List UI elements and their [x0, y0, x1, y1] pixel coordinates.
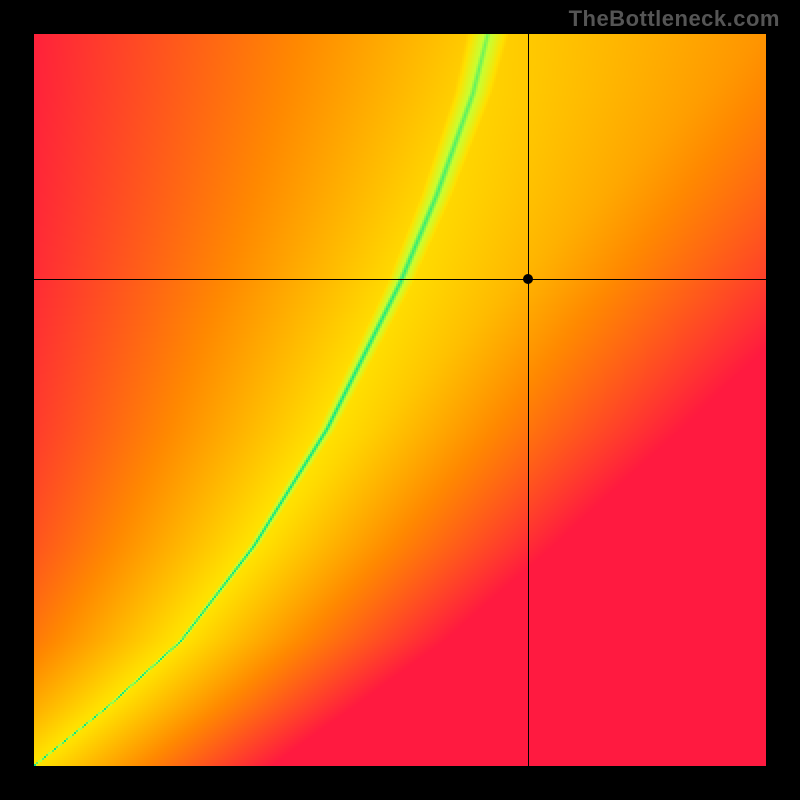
heatmap-canvas	[34, 34, 766, 766]
chart-frame: TheBottleneck.com	[0, 0, 800, 800]
watermark-text: TheBottleneck.com	[569, 6, 780, 32]
heatmap-plot	[34, 34, 766, 766]
